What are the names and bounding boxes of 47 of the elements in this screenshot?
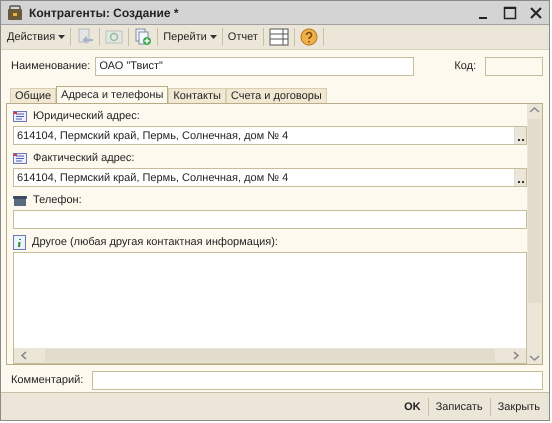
address-card-icon [13, 110, 27, 122]
dialog-button[interactable]: OK [399, 400, 426, 412]
tab[interactable]: Счета и договоры [226, 88, 327, 103]
phone-field[interactable] [13, 210, 527, 229]
address-field[interactable]: 614104, Пермский край, Пермь, Солнечная, дом № 4 [13, 126, 527, 145]
report-button[interactable]: Отчет [224, 26, 261, 48]
field-label: Другое (любая другая контактная информация): [32, 236, 278, 248]
tab[interactable]: Контакты [168, 88, 226, 103]
scroll-up-icon[interactable] [529, 106, 540, 115]
briefcase-icon [7, 4, 23, 20]
menu-button[interactable]: Действия [4, 26, 68, 48]
window-title: Контрагенты: Создание * [29, 6, 180, 20]
scroll-down-icon[interactable] [529, 353, 540, 362]
horizontal-scrollbar[interactable] [14, 348, 526, 363]
copy-add-icon [134, 28, 152, 46]
caret-icon [210, 35, 217, 39]
code-label: Код: [453, 60, 476, 72]
dialog-button[interactable]: Закрыть [492, 400, 545, 412]
field-label: Телефон: [33, 194, 82, 206]
name-label: Наименование: [10, 60, 90, 72]
address-card-icon [13, 152, 27, 164]
document-arrow-icon [76, 28, 94, 46]
maximize-icon[interactable] [503, 6, 517, 20]
dialog-button[interactable]: Записать [430, 400, 488, 412]
tab[interactable]: Адреса и телефоны [56, 86, 168, 103]
text-area[interactable] [13, 252, 527, 364]
tab[interactable]: Общие [10, 88, 56, 103]
phone-icon [13, 194, 27, 206]
scroll-left-icon[interactable] [20, 351, 29, 360]
field-label: Юридический адрес: [33, 110, 140, 122]
caret-icon [58, 35, 66, 39]
code-field[interactable] [485, 56, 543, 76]
close-icon[interactable] [529, 6, 543, 20]
comment-label: Комментарий: [10, 374, 84, 386]
select-button[interactable] [514, 169, 526, 186]
help-icon [300, 28, 318, 46]
name-field[interactable]: ОАО "Твист" [95, 56, 414, 76]
menu-button[interactable]: Перейти [160, 26, 220, 48]
field-label: Фактический адрес: [33, 152, 134, 164]
comment-field[interactable] [92, 370, 543, 390]
address-field[interactable]: 614104, Пермский край, Пермь, Солнечная, дом № 4 [13, 168, 527, 187]
info-document-icon [13, 234, 26, 250]
list-icon [268, 28, 289, 46]
refresh-icon [105, 28, 124, 46]
vertical-scrollbar[interactable] [527, 104, 542, 364]
scroll-right-icon[interactable] [511, 351, 520, 360]
select-button[interactable] [514, 127, 526, 144]
